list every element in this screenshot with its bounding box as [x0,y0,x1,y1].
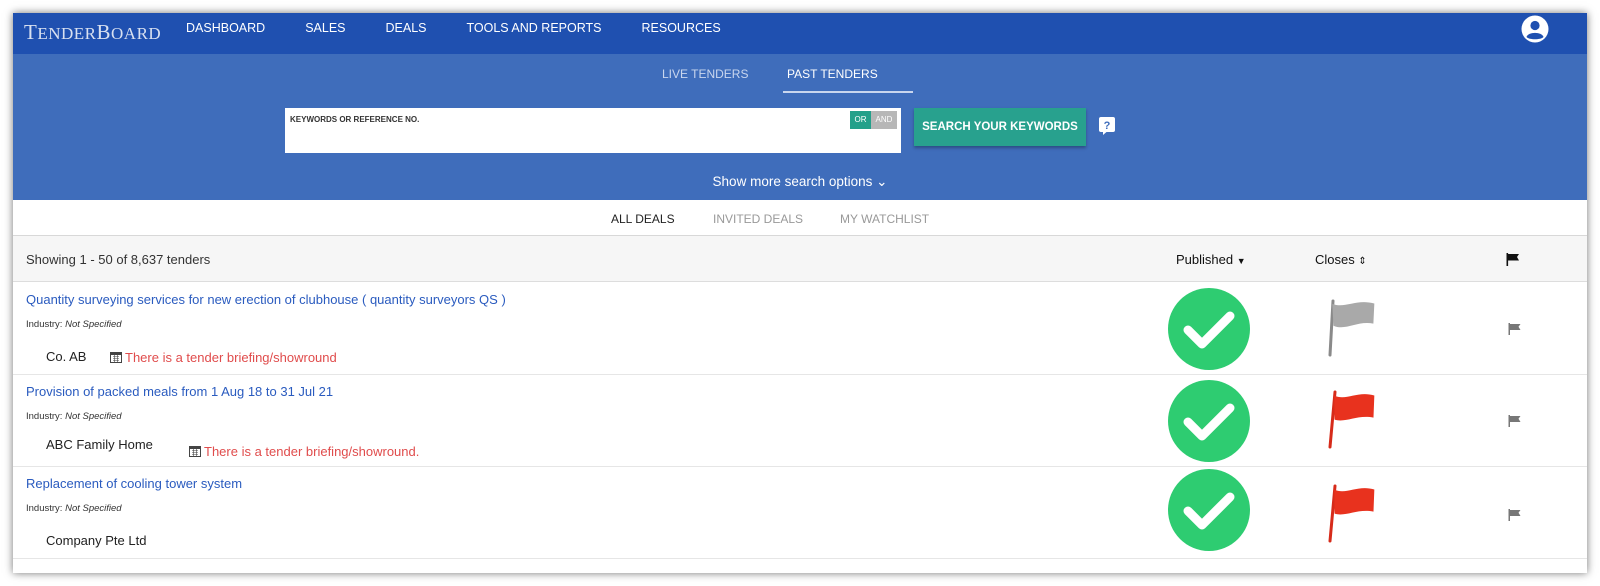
search-label: KEYWORDS OR REFERENCE NO. [290,115,420,124]
industry-label: Industry: [26,503,63,514]
sort-arrows-icon: ⇕ [1358,256,1367,267]
add-to-watchlist-flag-icon[interactable] [1508,415,1521,427]
nav-resources[interactable]: RESOURCES [642,13,721,54]
tender-industry: Industry: Not Specified [26,411,122,422]
tender-row: Replacement of cooling tower system Indu… [13,467,1587,559]
tender-briefing-notice: There is a tender briefing/showround [110,350,337,365]
tender-company: Co. AB [46,349,87,364]
tab-my-watchlist[interactable]: MY WATCHLIST [840,212,929,226]
calendar-icon [110,352,122,363]
user-profile-icon[interactable] [1521,15,1549,43]
top-navbar: TENDERBOARD DASHBOARD SALES DEALS TOOLS … [13,13,1587,54]
help-icon[interactable]: ? [1099,117,1115,135]
industry-label: Industry: [26,319,63,330]
caret-down-icon: ▼ [1236,256,1246,266]
briefing-text: There is a tender briefing/showround [125,350,337,365]
toggle-and[interactable]: AND [871,111,897,129]
tender-company: ABC Family Home [46,437,153,452]
show-more-search-options[interactable]: Show more search options ⌄ [13,174,1587,190]
tender-title-link[interactable]: Replacement of cooling tower system [26,476,242,491]
nav-tools-and-reports[interactable]: TOOLS AND REPORTS [467,13,602,54]
nav-deals[interactable]: DEALS [386,13,427,54]
app-window: TENDERBOARD DASHBOARD SALES DEALS TOOLS … [13,13,1587,573]
tab-live-tenders[interactable]: LIVE TENDERS [662,67,748,81]
or-and-toggle: OR AND [850,111,897,129]
add-to-watchlist-flag-icon[interactable] [1508,323,1521,335]
logo-letter-b: B [96,20,112,44]
published-check-icon [1168,380,1250,462]
published-check-icon [1168,288,1250,370]
search-keywords-button[interactable]: SEARCH YOUR KEYWORDS [914,108,1086,146]
industry-value: Not Specified [65,503,122,514]
logo-text-ender: ENDER [37,24,97,43]
closing-status-flag-grey-icon [1328,299,1375,357]
sort-closes[interactable]: Closes ⇕ [1315,252,1367,267]
tender-title-link[interactable]: Quantity surveying services for new erec… [26,292,506,307]
toggle-or[interactable]: OR [850,111,871,129]
add-to-watchlist-flag-icon[interactable] [1508,509,1521,521]
logo-letter-t: T [24,20,38,44]
industry-value: Not Specified [65,319,122,330]
nav-sales[interactable]: SALES [305,13,345,54]
tender-industry: Industry: Not Specified [26,503,122,514]
industry-value: Not Specified [65,411,122,422]
search-band: LIVE TENDERS PAST TENDERS KEYWORDS OR RE… [13,54,1587,200]
svg-text:?: ? [1104,120,1111,132]
published-label: Published [1176,252,1234,267]
closing-status-flag-red-icon [1328,484,1375,543]
nav-dashboard[interactable]: DASHBOARD [186,13,265,54]
active-tab-indicator [783,91,913,93]
industry-label: Industry: [26,411,63,422]
results-count: Showing 1 - 50 of 8,637 tenders [26,252,211,267]
tender-title-link[interactable]: Provision of packed meals from 1 Aug 18 … [26,384,333,399]
tab-past-tenders[interactable]: PAST TENDERS [787,67,878,81]
keyword-search-input[interactable] [285,126,845,151]
briefing-text: There is a tender briefing/showround. [204,444,420,459]
closing-status-flag-red-icon [1328,390,1375,449]
tab-invited-deals[interactable]: INVITED DEALS [713,212,803,226]
tender-type-tabs: LIVE TENDERS PAST TENDERS [13,54,1587,94]
keyword-search-box: KEYWORDS OR REFERENCE NO. [285,108,901,153]
tender-row: Quantity surveying services for new erec… [13,283,1587,375]
deal-filter-tabs: ALL DEALS INVITED DEALS MY WATCHLIST [13,200,1587,236]
tender-briefing-notice: There is a tender briefing/showround. [189,444,419,459]
tab-all-deals[interactable]: ALL DEALS [611,212,675,226]
closes-label: Closes [1315,252,1355,267]
tenderboard-logo[interactable]: TENDERBOARD [24,20,161,45]
tender-company: Company Pte Ltd [46,533,147,548]
watchlist-header-flag-icon [1506,253,1519,266]
tender-row: Provision of packed meals from 1 Aug 18 … [13,375,1587,467]
main-nav: DASHBOARD SALES DEALS TOOLS AND REPORTS … [186,13,761,54]
sort-published[interactable]: Published ▼ [1176,252,1246,267]
published-check-icon [1168,469,1250,551]
logo-text-oard: OARD [111,24,162,43]
calendar-icon [189,446,201,457]
tender-industry: Industry: Not Specified [26,319,122,330]
results-header: Showing 1 - 50 of 8,637 tenders Publishe… [13,236,1587,282]
